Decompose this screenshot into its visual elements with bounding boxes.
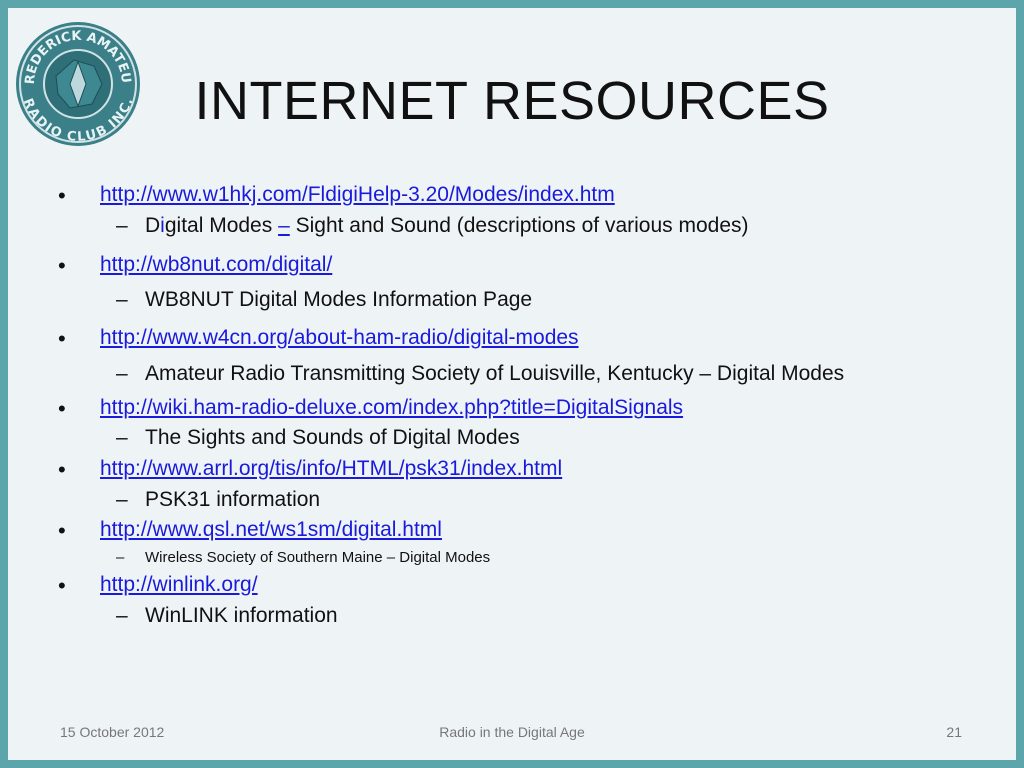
description-winlink: WinLINK information (145, 604, 338, 627)
dash: – (116, 362, 128, 385)
bullet: • (58, 573, 66, 598)
description-qsl: Wireless Society of Southern Maine – Dig… (145, 549, 491, 566)
dash: – (116, 214, 128, 237)
slide: FREDERICK AMATEUR RADIO CLUB INC. INTERN… (8, 8, 1016, 760)
link-w1hkj[interactable]: http://www.w1hkj.com/FldigiHelp-3.20/Mod… (100, 183, 615, 207)
bullet: • (58, 518, 66, 543)
dash: – (116, 426, 128, 449)
bullet: • (58, 183, 66, 208)
description-w4cn: Amateur Radio Transmitting Society of Lo… (145, 362, 845, 385)
bullet: • (58, 396, 66, 421)
bullet: • (58, 253, 66, 278)
desc-part: gital Modes (164, 214, 279, 237)
description-wb8nut: WB8NUT Digital Modes Information Page (145, 288, 533, 311)
desc-part: D (145, 214, 161, 237)
description-w1hkj: Digital Modes – Sight and Sound (descrip… (145, 214, 749, 238)
slide-title: INTERNET RESOURCES (194, 71, 830, 131)
description-arrl: PSK31 information (145, 488, 321, 511)
footer-title: Radio in the Digital Age (439, 724, 585, 740)
link-winlink[interactable]: http://winlink.org/ (100, 573, 258, 597)
link-w4cn[interactable]: http://www.w4cn.org/about-ham-radio/digi… (100, 326, 579, 350)
desc-part: Sight and Sound (descriptions of various… (289, 214, 749, 237)
dash: – (116, 288, 128, 311)
link-ham-radio-deluxe[interactable]: http://wiki.ham-radio-deluxe.com/index.p… (100, 396, 683, 420)
description-ham-radio-deluxe: The Sights and Sounds of Digital Modes (145, 426, 520, 449)
link-wb8nut[interactable]: http://wb8nut.com/digital/ (100, 253, 332, 277)
link-arrl[interactable]: http://www.arrl.org/tis/info/HTML/psk31/… (100, 457, 562, 481)
dash: – (116, 488, 128, 511)
desc-part-link[interactable]: – (278, 214, 290, 237)
dash: – (116, 549, 125, 566)
bullet: • (58, 326, 66, 351)
link-qsl[interactable]: http://www.qsl.net/ws1sm/digital.html (100, 518, 442, 542)
footer-page-number: 21 (946, 724, 962, 740)
bullet: • (58, 457, 66, 482)
dash: – (116, 604, 128, 627)
